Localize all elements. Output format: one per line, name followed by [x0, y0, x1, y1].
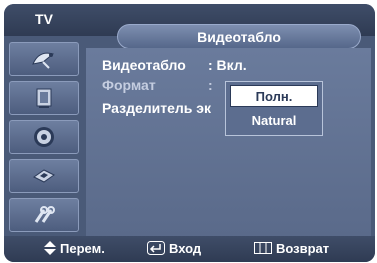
footer-enter-label: Вход [169, 241, 202, 256]
footer-move-hint: Перем. [44, 236, 105, 262]
tv-source-label: TV [35, 11, 53, 27]
footer-enter-hint: Вход [147, 236, 201, 262]
footer-bar: Перем. Вход Возврат [4, 236, 375, 262]
sidebar-item-channel[interactable] [9, 42, 79, 76]
satellite-dish-icon [32, 52, 55, 69]
menu-item-label: Видеотабло [102, 57, 186, 73]
tv-osd-window: TV Видеотабло Видеотабло: Вкл. Формат:… [4, 4, 375, 262]
menu-item-value: : [208, 77, 213, 93]
up-down-arrows-icon [44, 241, 56, 255]
menu-item-label: Разделитель эк [102, 100, 212, 116]
menu-title: Видеотабло [117, 24, 361, 49]
dropdown-option-natural[interactable]: Natural [230, 110, 318, 132]
sidebar-item-sound[interactable] [9, 120, 79, 154]
menu-item-label: Формат [102, 77, 156, 93]
speaker-icon [34, 127, 54, 147]
format-dropdown[interactable]: Полн. Natural [225, 81, 323, 136]
tools-icon [34, 206, 55, 223]
dropdown-option-full[interactable]: Полн. [230, 85, 318, 107]
enter-icon [147, 241, 165, 255]
display-frame-icon [36, 88, 52, 108]
footer-move-label: Перем. [60, 241, 105, 256]
footer-return-hint: Возврат [254, 236, 329, 262]
sidebar-item-setup[interactable] [9, 198, 79, 232]
sidebar-item-function[interactable] [9, 159, 79, 193]
footer-return-label: Возврат [276, 241, 330, 256]
menu-item-value: : Вкл. [208, 57, 247, 73]
sidebar-item-picture[interactable] [9, 81, 79, 115]
chip-icon [33, 169, 55, 183]
return-icon [254, 242, 272, 254]
category-sidebar [4, 38, 86, 236]
